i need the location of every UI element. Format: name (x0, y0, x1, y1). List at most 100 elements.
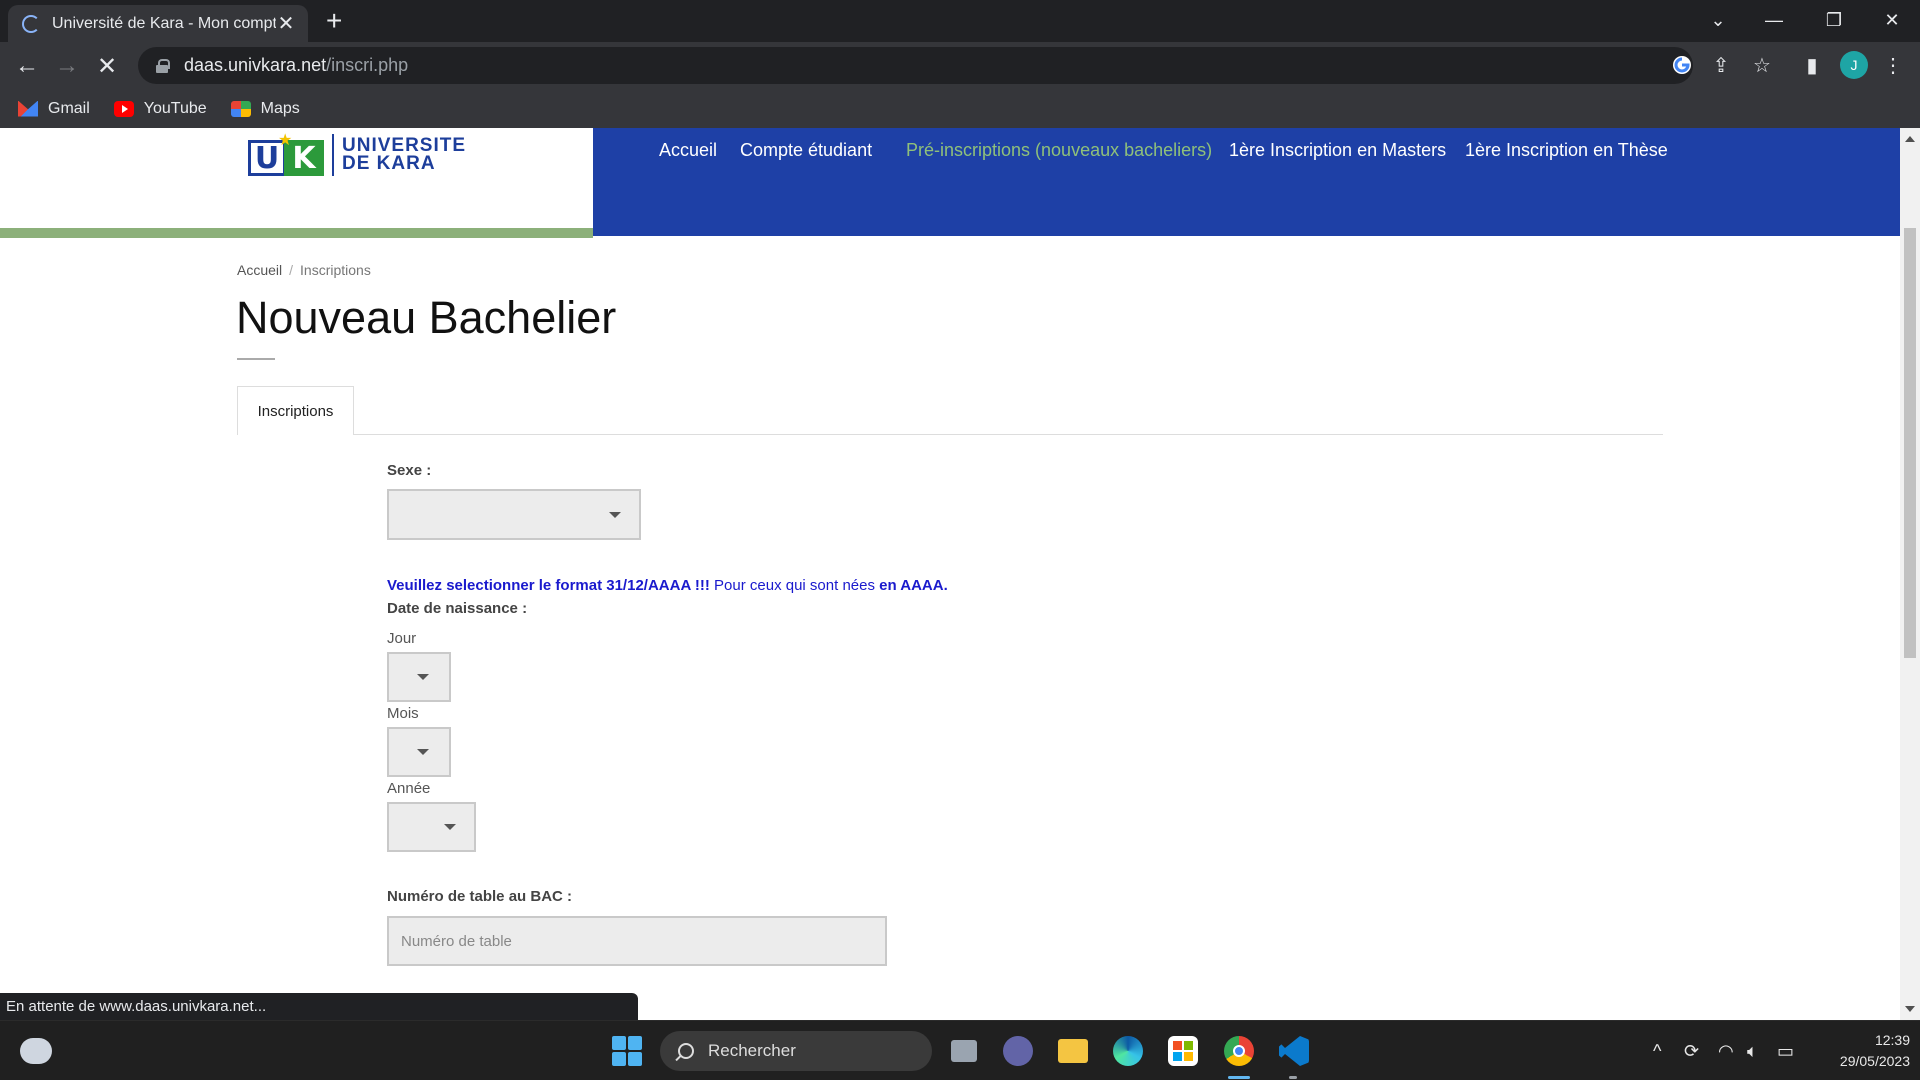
header-accent-bar (0, 228, 593, 238)
page-title: Nouveau Bachelier (236, 292, 617, 343)
bookmark-star-icon[interactable]: ☆ (1749, 52, 1775, 78)
breadcrumb-accueil[interactable]: Accueil (237, 262, 282, 278)
bac-label: Numéro de table au BAC : (387, 888, 573, 905)
new-tab-button[interactable]: + (326, 7, 342, 35)
teams-icon[interactable] (1000, 1033, 1036, 1069)
dob-label: Date de naissance : (387, 600, 528, 617)
tab-inscriptions[interactable]: Inscriptions (237, 386, 354, 435)
star-icon: ★ (278, 132, 293, 149)
browser-tab[interactable]: Université de Kara - Mon compte ✕ (8, 5, 308, 42)
bookmark-label: Gmail (48, 99, 90, 117)
sexe-label: Sexe : (387, 462, 432, 479)
logo-text: UNIVERSITE DE KARA (342, 136, 466, 174)
windows-logo-icon (612, 1036, 642, 1066)
google-lens-icon[interactable] (1669, 52, 1695, 78)
notice-bold-2: en AAAA. (879, 577, 948, 594)
close-tab-icon[interactable]: ✕ (276, 11, 296, 36)
tabs-divider (237, 434, 1663, 435)
mois-select[interactable] (387, 727, 451, 777)
nav-inscription-masters[interactable]: 1ère Inscription en Masters (1229, 140, 1446, 161)
web-page: U K ★ UNIVERSITE DE KARA Accueil Compte … (0, 128, 1900, 1020)
clock-date: 29/05/2023 (1839, 1053, 1910, 1069)
side-panel-icon[interactable]: ▮ (1799, 52, 1825, 78)
restore-icon[interactable]: ❐ (1806, 0, 1862, 40)
chrome-active-indicator (1228, 1076, 1250, 1079)
minimize-icon[interactable]: — (1746, 0, 1802, 40)
maps-icon (230, 100, 251, 117)
show-hidden-icons-icon[interactable]: ^ (1653, 1021, 1661, 1080)
breadcrumb-separator: / (289, 262, 294, 278)
forward-arrow-icon[interactable]: → (51, 50, 83, 82)
url-path: /inscri.php (326, 55, 409, 75)
url-host: daas.univkara.net (184, 55, 327, 75)
back-arrow-icon[interactable]: ← (11, 50, 43, 82)
browser-toolbar: ← → ✕ daas.univkara.net/inscri.php ⇪ ☆ ▮… (0, 42, 1920, 89)
jour-label: Jour (387, 630, 417, 647)
chevron-down-icon (444, 824, 456, 830)
site-header: U K ★ UNIVERSITE DE KARA (0, 128, 593, 228)
bookmark-gmail[interactable]: Gmail (18, 100, 90, 118)
sexe-select[interactable] (387, 489, 641, 540)
browser-tab-strip: Université de Kara - Mon compte ✕ + ⌄ — … (0, 0, 1920, 42)
close-window-icon[interactable]: ✕ (1864, 0, 1920, 40)
edge-icon[interactable] (1110, 1033, 1146, 1069)
page-scrollbar[interactable] (1900, 128, 1920, 1020)
annee-label: Année (387, 780, 431, 797)
taskbar: Rechercher ^ ⟳ ◠ 🔈︎ ▭ 12:39 29/05/2023 (0, 1020, 1920, 1080)
date-format-notice: Veuillez selectionner le format 31/12/AA… (387, 577, 948, 594)
profile-avatar[interactable]: J (1840, 51, 1868, 79)
logo-divider (332, 134, 334, 176)
bookmark-label: Maps (260, 99, 300, 117)
chrome-icon[interactable] (1221, 1033, 1257, 1069)
nav-inscription-these[interactable]: 1ère Inscription en Thèse (1465, 140, 1668, 161)
mois-label: Mois (387, 705, 419, 722)
breadcrumb-current: Inscriptions (300, 262, 371, 278)
system-clock[interactable]: 12:39 29/05/2023 (1800, 1030, 1910, 1072)
bookmark-maps[interactable]: Maps (230, 99, 300, 118)
chevron-down-icon (609, 511, 621, 518)
nav-accueil[interactable]: Accueil (659, 140, 717, 161)
uk-logo-mark: U K ★ (248, 132, 324, 176)
logo-line-2: DE KARA (342, 153, 436, 174)
bookmark-youtube[interactable]: YouTube (113, 99, 207, 118)
search-icon (678, 1043, 694, 1059)
nav-compte-etudiant[interactable]: Compte étudiant (740, 140, 872, 161)
scroll-down-icon[interactable] (1905, 1006, 1915, 1012)
tab-search-icon[interactable]: ⌄ (1690, 0, 1746, 40)
share-icon[interactable]: ⇪ (1708, 52, 1734, 78)
bookmarks-bar: Gmail YouTube Maps (0, 89, 1920, 128)
bookmark-label: YouTube (143, 99, 207, 117)
status-bubble: En attente de www.daas.univkara.net... (0, 993, 638, 1020)
bac-number-input[interactable] (387, 916, 887, 966)
youtube-icon (113, 100, 134, 117)
wifi-icon[interactable]: ◠ (1718, 1021, 1734, 1080)
nav-pre-inscriptions[interactable]: Pré-inscriptions (nouveaux bacheliers) (906, 140, 1212, 161)
lock-icon[interactable] (156, 58, 170, 73)
annee-select[interactable] (387, 802, 476, 852)
title-underline (237, 358, 275, 360)
notice-normal: Pour ceux qui sont nées (709, 577, 880, 594)
sync-icon[interactable]: ⟳ (1684, 1021, 1699, 1080)
gmail-icon (18, 100, 38, 117)
store-icon[interactable] (1165, 1033, 1201, 1069)
task-view-icon[interactable] (946, 1033, 982, 1069)
taskbar-search[interactable]: Rechercher (660, 1031, 932, 1071)
battery-icon[interactable]: ▭ (1777, 1021, 1794, 1080)
file-explorer-icon[interactable] (1055, 1033, 1091, 1069)
taskbar-search-label: Rechercher (708, 1041, 796, 1060)
scroll-up-icon[interactable] (1905, 136, 1915, 142)
breadcrumb: Accueil / Inscriptions (237, 262, 371, 278)
volume-icon[interactable]: 🔈︎ (1747, 1021, 1758, 1080)
university-logo[interactable]: U K ★ UNIVERSITE DE KARA (248, 132, 466, 176)
scrollbar-thumb[interactable] (1904, 228, 1916, 658)
jour-select[interactable] (387, 652, 451, 702)
start-button[interactable] (609, 1033, 645, 1069)
tab-title: Université de Kara - Mon compte (52, 14, 276, 32)
address-bar[interactable]: daas.univkara.net/inscri.php (138, 47, 1693, 84)
stop-loading-icon[interactable]: ✕ (91, 50, 123, 82)
notice-bold-1: Veuillez selectionner le format 31/12/AA… (387, 577, 710, 594)
loading-spinner-icon (22, 14, 40, 33)
weather-icon[interactable] (20, 1038, 52, 1064)
menu-dots-icon[interactable]: ⋮ (1880, 52, 1906, 78)
vscode-icon[interactable] (1276, 1033, 1312, 1069)
